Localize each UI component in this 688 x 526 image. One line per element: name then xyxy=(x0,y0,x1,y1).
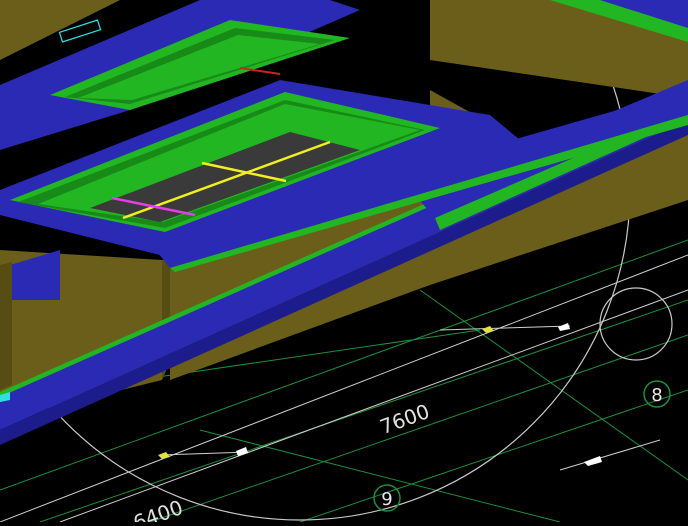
left-ledges xyxy=(0,262,12,402)
svg-text:9: 9 xyxy=(381,489,392,510)
cad-3d-viewport[interactable]: 8 9 7600 6400 xyxy=(0,0,688,526)
svg-text:8: 8 xyxy=(651,385,662,406)
